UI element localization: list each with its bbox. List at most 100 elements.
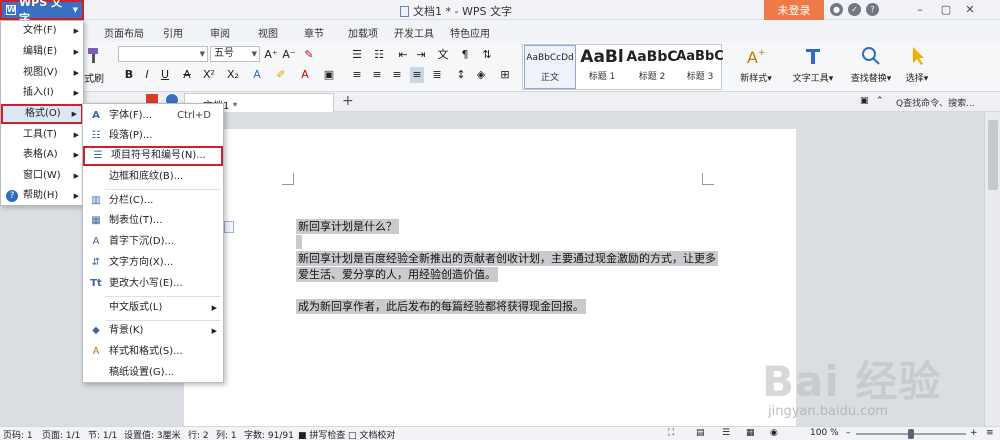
find-replace-button[interactable]: 查找替换▾ [848, 45, 894, 84]
menu-tools[interactable]: 工具(T) ▶ [1, 125, 83, 145]
line-spacing-icon[interactable]: ↕ [454, 67, 468, 83]
increase-indent-icon[interactable]: ⇥ [414, 47, 428, 63]
tab-special[interactable]: 特色应用 [450, 25, 490, 40]
clear-format-icon[interactable]: ✎ [302, 47, 316, 63]
submenu-borders-shading[interactable]: 边框和底纹(B)... [83, 167, 223, 187]
show-marks-icon[interactable]: ¶ [458, 47, 472, 63]
menu-edit[interactable]: 编辑(E) ▶ [1, 42, 83, 62]
menu-view[interactable]: 视图(V) ▶ [1, 63, 83, 83]
text-effect-icon[interactable]: A [250, 67, 264, 83]
wps-menu-button[interactable]: W WPS 文字 ▼ [0, 0, 84, 25]
new-style-button[interactable]: A + 新样式▾ [734, 45, 778, 84]
format-painter-icon[interactable] [84, 46, 102, 64]
char-border-icon[interactable]: ▣ [322, 67, 336, 83]
highlight-icon[interactable]: ✐ [274, 67, 288, 83]
fullscreen-icon[interactable]: ⛶ [668, 428, 674, 438]
submenu-styles[interactable]: A 样式和格式(S)... [83, 342, 223, 362]
submenu-columns[interactable]: ▥ 分栏(C)... [83, 191, 223, 211]
style-normal[interactable]: AaBbCcDd 正文 [524, 45, 576, 89]
style-heading-2[interactable]: AaBbC 标题 2 [626, 45, 678, 89]
doc-line-3[interactable]: 爱生活、爱分享的人，用经验创造价值。 [296, 267, 498, 282]
numbering-icon[interactable]: ☷ [372, 47, 386, 63]
status-menu-icon[interactable]: ≡ [986, 428, 994, 438]
tab-view[interactable]: 视图 [258, 25, 278, 40]
tab-review[interactable]: 审阅 [210, 25, 230, 40]
underline-icon[interactable]: U [158, 67, 172, 83]
select-button[interactable]: 选择▾ [900, 45, 934, 84]
skin-icon[interactable]: ● [830, 3, 843, 16]
paragraph-layout-icon[interactable] [224, 221, 234, 233]
page-view-icon[interactable]: ▤ [696, 428, 705, 438]
tab-developer[interactable]: 开发工具 [394, 25, 434, 40]
strikethrough-icon[interactable]: A [180, 67, 194, 83]
message-icon[interactable]: ▣ [860, 96, 869, 106]
spell-check-toggle[interactable]: ■ 拼写检查 [298, 428, 345, 440]
subscript-icon[interactable]: X₂ [226, 67, 240, 83]
sort-icon[interactable]: ⇅ [480, 47, 494, 63]
submenu-manuscript[interactable]: 稿纸设置(G)... [83, 363, 223, 383]
tab-section[interactable]: 章节 [304, 25, 324, 40]
font-size-combo[interactable]: 五号 ▼ [210, 46, 260, 62]
scrollbar-thumb[interactable] [988, 120, 998, 190]
zoom-in-icon[interactable]: + [970, 428, 978, 438]
submenu-font[interactable]: A 字体(F)... Ctrl+D [83, 106, 223, 126]
distribute-icon[interactable]: ≣ [430, 67, 444, 83]
submenu-chinese-layout[interactable]: 中文版式(L) ▶ [83, 298, 223, 318]
doc-line-4[interactable]: 成为新回享作者，此后发布的每篇经验都将获得现金回报。 [296, 299, 586, 314]
command-search[interactable]: Q查找命令、搜索... [896, 96, 975, 109]
web-view-icon[interactable]: ▦ [746, 428, 755, 438]
shrink-font-icon[interactable]: A⁻ [282, 47, 296, 63]
zoom-slider-knob[interactable] [908, 429, 914, 439]
login-button[interactable]: 未登录 [764, 0, 824, 20]
border-icon[interactable]: ⊞ [498, 67, 512, 83]
align-right-icon[interactable]: ≡ [390, 67, 404, 83]
tab-page-layout[interactable]: 页面布局 [104, 25, 144, 40]
tab-addins[interactable]: 加载项 [348, 25, 378, 40]
grow-font-icon[interactable]: A⁺ [264, 47, 278, 63]
outline-view-icon[interactable]: ☰ [722, 428, 730, 438]
menu-insert[interactable]: 插入(I) ▶ [1, 83, 83, 103]
doc-line-2[interactable]: 新回享计划是百度经验全新推出的贡献者创收计划，主要通过现金激励的方式，让更多 [296, 251, 718, 266]
menu-file[interactable]: 文件(F) ▶ [1, 21, 83, 41]
submenu-bullets-numbering[interactable]: ☰ 项目符号和编号(N)... [83, 146, 223, 166]
minimize-icon[interactable]: – [912, 2, 928, 18]
proofread-toggle[interactable]: □ 文档校对 [348, 428, 395, 440]
font-name-combo[interactable]: ▼ [118, 46, 208, 62]
submenu-paragraph[interactable]: ☷ 段落(P)... [83, 126, 223, 146]
justify-icon[interactable]: ≡ [410, 67, 424, 83]
menu-help[interactable]: ? 帮助(H) ▶ [1, 186, 83, 206]
submenu-tab-stops[interactable]: ▦ 制表位(T)... [83, 211, 223, 231]
superscript-icon[interactable]: X² [202, 67, 216, 83]
italic-icon[interactable]: I [140, 67, 154, 83]
submenu-change-case[interactable]: Tt 更改大小写(E)... [83, 274, 223, 294]
zoom-out-icon[interactable]: – [846, 428, 851, 438]
add-tab-icon[interactable]: + [342, 93, 354, 109]
decrease-indent-icon[interactable]: ⇤ [396, 47, 410, 63]
submenu-background[interactable]: ◆ 背景(K) ▶ [83, 321, 223, 341]
submenu-text-direction[interactable]: ⇵ 文字方向(X)... [83, 253, 223, 273]
style-heading-1[interactable]: AaBl 标题 1 [576, 45, 628, 89]
chinese-layout-icon[interactable]: 文 [436, 47, 450, 63]
zoom-slider[interactable] [856, 429, 966, 439]
feedback-icon[interactable]: ✓ [848, 3, 861, 16]
align-left-icon[interactable]: ≡ [350, 67, 364, 83]
menu-table[interactable]: 表格(A) ▶ [1, 145, 83, 165]
help-circle-icon[interactable]: ? [866, 3, 879, 16]
collapse-ribbon-icon[interactable]: ⌃ [876, 96, 884, 106]
eye-protect-icon[interactable]: ◉ [770, 428, 778, 438]
tab-references[interactable]: 引用 [163, 25, 183, 40]
shading-icon[interactable]: ◈ [474, 67, 488, 83]
font-color-icon[interactable]: A [298, 67, 312, 83]
align-center-icon[interactable]: ≡ [370, 67, 384, 83]
close-icon[interactable]: ✕ [962, 2, 978, 18]
doc-line-1[interactable]: 新回享计划是什么？ [296, 219, 399, 234]
submenu-drop-cap[interactable]: A 首字下沉(D)... [83, 232, 223, 252]
bullets-icon[interactable]: ☰ [350, 47, 364, 63]
menu-window[interactable]: 窗口(W) ▶ [1, 166, 83, 186]
document-page[interactable]: 新回享计划是什么？ 新回享计划是百度经验全新推出的贡献者创收计划，主要通过现金激… [184, 129, 796, 429]
restore-icon[interactable]: ▢ [938, 2, 954, 18]
bold-icon[interactable]: B [122, 67, 136, 83]
style-heading-3[interactable]: AaBbC 标题 3 [674, 45, 726, 89]
menu-format[interactable]: 格式(O) ▶ [1, 104, 83, 124]
text-tools-button[interactable]: 文字工具▾ [788, 45, 838, 84]
